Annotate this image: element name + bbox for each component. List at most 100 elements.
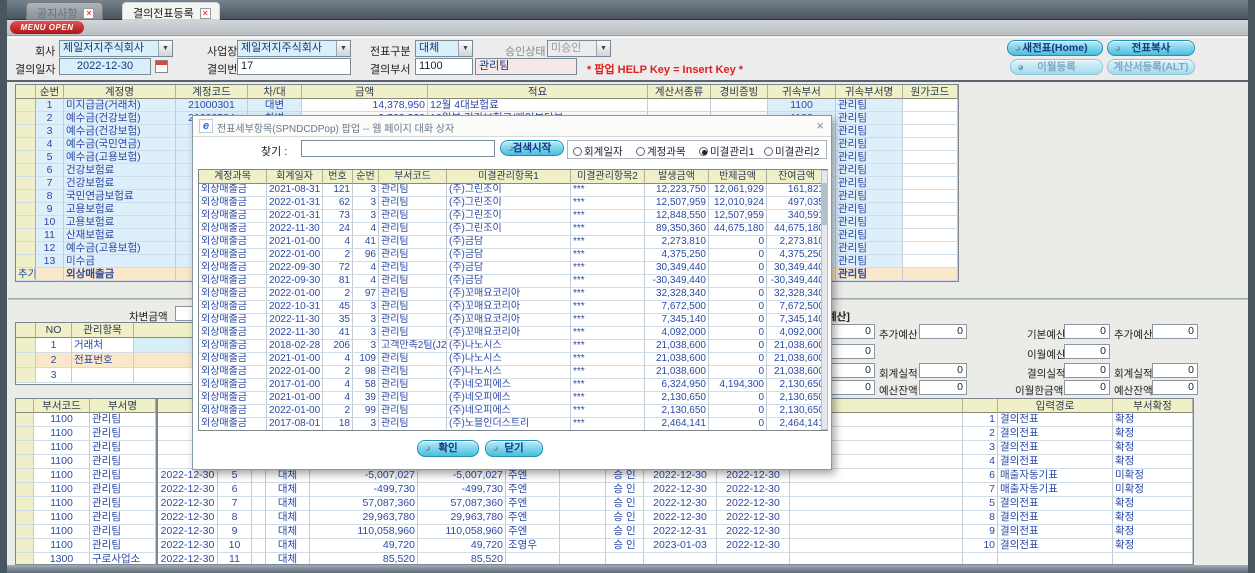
table-row[interactable]: 외상매출금 2022-01-31 62 3 관리팀 (주)그린조이 *** 12,507,95… [199, 197, 827, 210]
column-header[interactable]: 미결관리항목2 [571, 170, 645, 184]
table-row[interactable]: 1 미지급금(거래처) 21000301 대변 14,378,950 12월 4대보험료 1… [16, 99, 958, 112]
table-row[interactable]: 1300 구로사업소 [16, 553, 156, 564]
table-row[interactable]: 2022-12-30 10 대체 49,720 49,720 조영우 승 인 2023-01-… [158, 539, 1193, 553]
table-row[interactable]: 1100 관리팀 [16, 511, 156, 525]
table-row[interactable]: 외상매출금 2022-11-30 24 4 관리팀 (주)그린조이 *** 89,350,36… [199, 223, 827, 236]
table-row[interactable]: 외상매출금 2022-11-30 35 3 관리팀 (주)꼬매요코리아 *** 7,345,1… [199, 314, 827, 327]
table-row[interactable]: 외상매출금 2017-08-01 18 3 관리팀 (주)노블인더스트리 *** 2,464,… [199, 418, 827, 430]
column-header[interactable]: 계산서종류 [648, 85, 711, 99]
radio-open-item2[interactable]: 미결관리2 [764, 144, 819, 159]
close-button[interactable]: 닫기 [485, 440, 543, 457]
copy-slip-button[interactable]: 전표복사 [1107, 40, 1195, 56]
column-header[interactable] [963, 399, 998, 413]
popup-titlebar[interactable]: e 전표세부항목(SPNDCDPop) 팝업 -- 웹 페이지 대화 상자 × [193, 116, 831, 137]
table-cell: 관리팀 [379, 314, 447, 327]
table-row[interactable]: 1100 관리팀 [16, 525, 156, 539]
column-header[interactable]: NO [36, 323, 72, 338]
column-header[interactable]: 번호 [323, 170, 353, 184]
table-row[interactable]: 1100 관리팀 [16, 413, 156, 427]
chevron-down-icon[interactable]: ▼ [458, 41, 472, 56]
column-header[interactable]: 미결관리항목1 [447, 170, 571, 184]
column-header[interactable]: 잔여금액 [767, 170, 827, 184]
tab-close-icon[interactable]: ✕ [199, 8, 211, 19]
table-row[interactable]: 외상매출금 2022-01-31 73 3 관리팀 (주)그린조이 *** 12,848,55… [199, 210, 827, 223]
table-row[interactable]: 2022-12-30 9 대체 110,058,960 110,058,960 주엔 승 인… [158, 525, 1193, 539]
table-row[interactable]: 외상매출금 2017-01-00 4 58 관리팀 (주)네오피에스 *** 6,324,95… [199, 379, 827, 392]
column-header[interactable] [16, 323, 36, 338]
tab-slip-entry[interactable]: 결의전표등록 ✕ [122, 2, 220, 20]
column-header[interactable]: 귀속부서 [768, 85, 836, 99]
column-header[interactable]: 경비증빙 [711, 85, 768, 99]
column-header[interactable]: 회계일자 [267, 170, 323, 184]
date-field[interactable]: 2022-12-30 [59, 58, 151, 75]
table-row[interactable]: 2022-12-30 8 대체 29,963,780 29,963,780 주엔 승 인 20… [158, 511, 1193, 525]
radio-acct-date[interactable]: 회계일자 [573, 144, 623, 159]
radio-open-item1[interactable]: 미결관리1 [699, 144, 754, 159]
table-row[interactable]: 1100 관리팀 [16, 497, 156, 511]
table-row[interactable]: 외상매출금 2022-11-30 41 3 관리팀 (주)꼬매요코리아 *** 4,092,0… [199, 327, 827, 340]
table-row[interactable]: 외상매출금 2022-09-30 72 4 관리팀 (주)금담 *** 30,349,440 0… [199, 262, 827, 275]
calendar-icon[interactable] [155, 60, 168, 73]
search-input[interactable] [301, 140, 495, 157]
slip-type-select[interactable]: 대체 ▼ [415, 40, 473, 57]
column-header[interactable]: 관리항목 [72, 323, 134, 338]
table-row[interactable]: 외상매출금 2018-02-28 206 3 고객만족2팀(J2 (주)나노시스 *** 21… [199, 340, 827, 353]
table-row[interactable]: 1100 관리팀 [16, 539, 156, 553]
column-header[interactable]: 적요 [428, 85, 648, 99]
column-header[interactable] [16, 85, 36, 99]
chevron-down-icon[interactable]: ▼ [158, 41, 172, 56]
search-start-button[interactable]: 검색시작 [500, 140, 564, 156]
column-header[interactable]: 계정명 [64, 85, 176, 99]
column-header[interactable]: 반제금액 [709, 170, 767, 184]
column-header[interactable]: 원가코드 [903, 85, 958, 99]
table-row[interactable]: 외상매출금 2022-01-00 2 99 관리팀 (주)네오피에스 *** 2,130,65… [199, 405, 827, 418]
table-row[interactable]: 외상매출금 2021-08-31 121 3 관리팀 (주)그린조이 *** 12,223,7… [199, 184, 827, 197]
column-header[interactable]: 계정코드 [176, 85, 248, 99]
column-header[interactable] [16, 399, 34, 413]
popup-scrollbar[interactable] [821, 170, 828, 430]
table-row[interactable]: 외상매출금 2022-01-00 2 96 관리팀 (주)금담 *** 4,375,250 0 4… [199, 249, 827, 262]
dept-code-input[interactable]: 1100 [415, 58, 473, 75]
column-header[interactable]: 부서명 [90, 399, 156, 413]
column-header[interactable]: 계정과목 [199, 170, 267, 184]
site-select[interactable]: 제일저지주식회사 ▼ [237, 40, 351, 57]
table-row[interactable]: 1100 관리팀 [16, 427, 156, 441]
table-row[interactable]: 외상매출금 2022-10-31 45 3 관리팀 (주)꼬매요코리아 *** 7,672,5… [199, 301, 827, 314]
column-header[interactable]: 금액 [302, 85, 428, 99]
table-row[interactable]: 1100 관리팀 [16, 483, 156, 497]
column-header[interactable]: 순번 [353, 170, 379, 184]
table-row[interactable]: 외상매출금 2022-01-00 2 98 관리팀 (주)나노시스 *** 21,038,60… [199, 366, 827, 379]
menu-open-button[interactable]: MENU OPEN [10, 21, 84, 34]
slip-no-input[interactable]: 17 [237, 58, 351, 75]
column-header[interactable]: 부서확정 [1113, 399, 1193, 413]
table-cell [16, 427, 34, 441]
table-row[interactable]: 2022-12-30 6 대체 -499,730 -499,730 주엔 승 인 2022-1… [158, 483, 1193, 497]
table-row[interactable]: 1100 관리팀 [16, 455, 156, 469]
column-header[interactable]: 순번 [36, 85, 64, 99]
table-row[interactable]: 외상매출금 2021-01-00 4 39 관리팀 (주)네오피에스 *** 2,130,65… [199, 392, 827, 405]
new-slip-button[interactable]: 새전표(Home) [1007, 40, 1103, 56]
table-row[interactable]: 2022-12-30 5 대체 -5,007,027 -5,007,027 주엔 승 인 20… [158, 469, 1193, 483]
column-header[interactable]: 차/대 [248, 85, 302, 99]
radio-account[interactable]: 계정과목 [636, 144, 686, 159]
column-header[interactable]: 입력경로 [998, 399, 1113, 413]
table-row[interactable]: 외상매출금 2022-01-00 2 97 관리팀 (주)꼬매요코리아 *** 32,328,… [199, 288, 827, 301]
company-select[interactable]: 제일저지주식회사 ▼ [59, 40, 173, 57]
table-row[interactable]: 2022-12-30 11 대체 85,520 85,520 [158, 553, 1193, 564]
column-header[interactable]: 부서코드 [379, 170, 447, 184]
table-row[interactable]: 1100 관리팀 [16, 469, 156, 483]
ok-button[interactable]: 확인 [417, 440, 479, 457]
column-header[interactable]: 부서코드 [34, 399, 90, 413]
tab-notice[interactable]: 공지사항 ✕ [26, 2, 104, 20]
tab-close-icon[interactable]: ✕ [83, 8, 95, 19]
scrollbar-thumb[interactable] [822, 183, 827, 225]
column-header[interactable]: 귀속부서명 [836, 85, 903, 99]
table-row[interactable]: 1100 관리팀 [16, 441, 156, 455]
table-row[interactable]: 외상매출금 2021-01-00 4 41 관리팀 (주)금담 *** 2,273,810 0 2… [199, 236, 827, 249]
chevron-down-icon[interactable]: ▼ [336, 41, 350, 56]
table-row[interactable]: 외상매출금 2021-01-00 4 109 관리팀 (주)나노시스 *** 21,038,6… [199, 353, 827, 366]
close-icon[interactable]: × [816, 118, 824, 133]
table-row[interactable]: 외상매출금 2022-09-30 81 4 관리팀 (주)금담 *** -30,349,440… [199, 275, 827, 288]
table-row[interactable]: 2022-12-30 7 대체 57,087,360 57,087,360 주엔 승 인 20… [158, 497, 1193, 511]
column-header[interactable]: 발생금액 [645, 170, 709, 184]
